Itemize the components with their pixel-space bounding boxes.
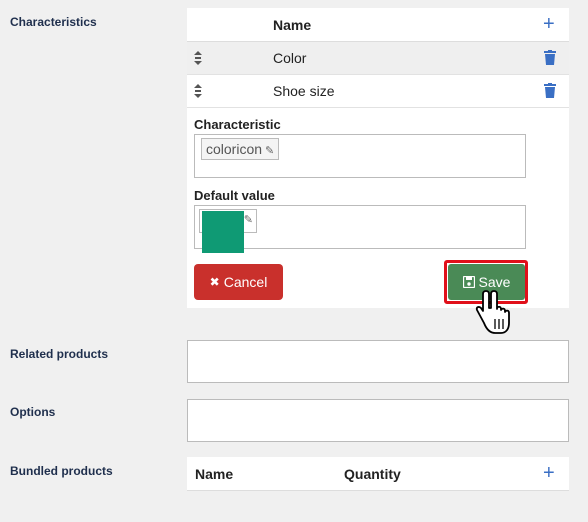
characteristic-tag[interactable]: coloricon ✎ [201, 138, 280, 161]
cancel-button[interactable]: ✖ Cancel [194, 264, 283, 300]
characteristic-field-label: Characteristic [194, 117, 281, 132]
bundled-products-table-header: Name Quantity + [187, 457, 569, 491]
color-picker[interactable]: ✎ [199, 209, 257, 253]
characteristic-field[interactable]: coloricon ✎ [194, 134, 526, 178]
characteristic-name: Color [273, 50, 307, 66]
add-bundled-product-icon[interactable]: + [543, 463, 555, 483]
pencil-icon[interactable]: ✎ [265, 141, 274, 161]
related-products-field[interactable] [187, 340, 569, 383]
characteristics-label: Characteristics [10, 15, 97, 29]
save-button-label: Save [478, 274, 511, 290]
trash-icon[interactable] [544, 50, 556, 65]
close-icon: ✖ [209, 275, 220, 289]
characteristics-panel: Name + Color Shoe size Characteristic co… [187, 8, 569, 308]
table-row[interactable]: Color [187, 42, 569, 75]
characteristic-tag-text: coloricon [206, 141, 263, 157]
options-label: Options [10, 405, 56, 419]
pencil-icon[interactable]: ✎ [244, 213, 253, 226]
drag-handle-icon[interactable] [193, 50, 203, 66]
options-field[interactable] [187, 399, 569, 442]
characteristic-name: Shoe size [273, 83, 335, 99]
default-value-label: Default value [194, 188, 275, 203]
drag-handle-icon[interactable] [193, 83, 203, 99]
hand-pointer-icon [475, 290, 510, 334]
color-swatch[interactable] [202, 211, 244, 253]
default-value-field[interactable]: ✎ [194, 205, 526, 253]
column-header-quantity: Quantity [344, 466, 401, 482]
related-products-label: Related products [10, 347, 109, 361]
column-header-name: Name [195, 466, 234, 482]
column-header-name: Name [273, 17, 312, 33]
bundled-products-label: Bundled products [10, 464, 113, 478]
characteristics-table-header: Name + [187, 8, 569, 42]
table-row[interactable]: Shoe size [187, 75, 569, 108]
floppy-disk-icon [462, 276, 475, 288]
cancel-button-label: Cancel [223, 274, 268, 290]
trash-icon[interactable] [544, 83, 556, 98]
add-characteristic-icon[interactable]: + [543, 14, 555, 34]
